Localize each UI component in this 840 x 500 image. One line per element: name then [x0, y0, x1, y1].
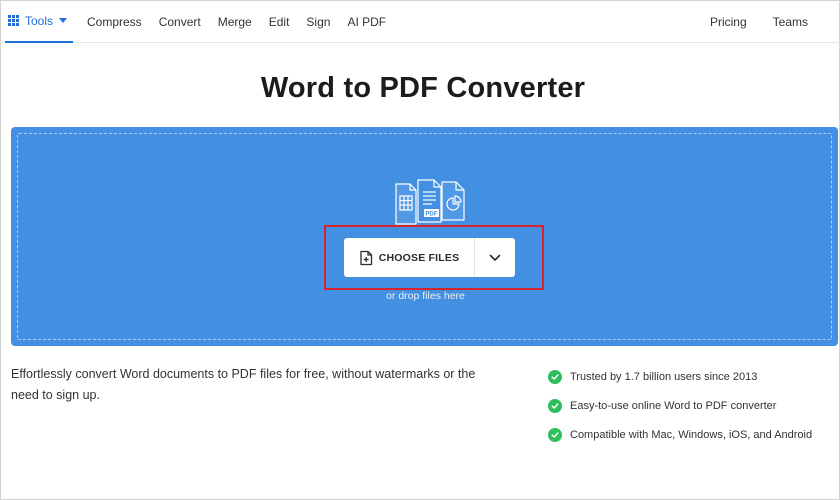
pdf-badge-label: PDF: [426, 212, 438, 218]
nav-right-links: Pricing Teams: [684, 0, 808, 43]
feature-text: Easy-to-use online Word to PDF converter: [570, 399, 777, 412]
drop-files-hint: or drop files here: [386, 290, 465, 302]
nav-link-sign[interactable]: Sign: [306, 15, 330, 29]
documents-illustration-icon: PDF: [395, 179, 465, 225]
tools-menu-button[interactable]: Tools: [5, 0, 74, 43]
nav-link-pricing[interactable]: Pricing: [710, 15, 747, 29]
feature-item: Trusted by 1.7 billion users since 2013: [548, 362, 812, 391]
nav-link-edit[interactable]: Edit: [269, 15, 290, 29]
feature-list: Trusted by 1.7 billion users since 2013 …: [548, 362, 812, 449]
page-title: Word to PDF Converter: [260, 72, 586, 104]
feature-item: Easy-to-use online Word to PDF converter: [548, 391, 812, 420]
feature-text: Trusted by 1.7 billion users since 2013: [570, 370, 758, 383]
file-drop-zone[interactable]: PDF CHOOSE FILES or drop files here: [11, 127, 838, 346]
nav-link-convert[interactable]: Convert: [159, 15, 201, 29]
top-navigation: Tools Compress Convert Merge Edit Sign A…: [0, 0, 840, 43]
nav-link-ai-pdf[interactable]: AI PDF: [347, 15, 386, 29]
drop-zone-dashed-border: PDF CHOOSE FILES or drop files here: [17, 133, 832, 340]
feature-text: Compatible with Mac, Windows, iOS, and A…: [570, 428, 813, 441]
check-circle-icon: [548, 398, 562, 413]
nav-links: Compress Convert Merge Edit Sign AI PDF: [87, 0, 403, 43]
caret-down-icon: [59, 18, 68, 23]
tools-label: Tools: [25, 13, 54, 28]
highlight-annotation-box: [324, 225, 544, 290]
nav-link-teams[interactable]: Teams: [773, 15, 808, 29]
nav-link-compress[interactable]: Compress: [87, 15, 142, 29]
tool-description: Effortlessly convert Word documents to P…: [11, 367, 476, 402]
check-circle-icon: [548, 369, 562, 384]
check-circle-icon: [548, 427, 562, 442]
feature-item: Compatible with Mac, Windows, iOS, and A…: [548, 420, 812, 449]
nav-link-merge[interactable]: Merge: [218, 15, 252, 29]
apps-grid-icon: [8, 15, 19, 26]
